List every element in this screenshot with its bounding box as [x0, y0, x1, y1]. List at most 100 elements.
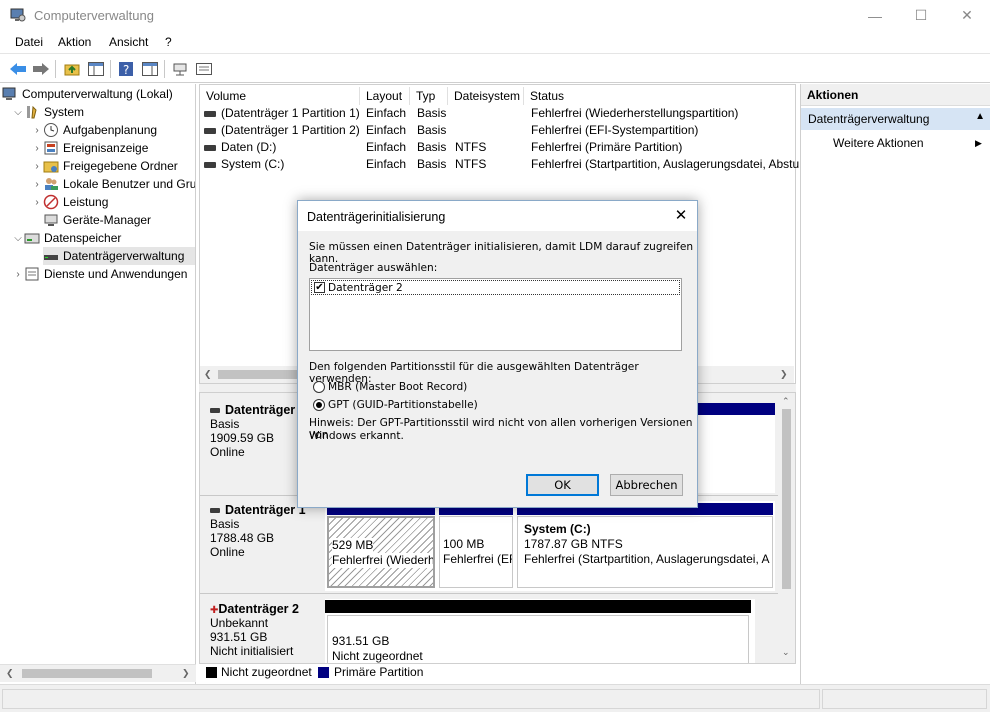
chevron-down-icon[interactable]: ⌵	[12, 233, 24, 244]
storage-icon	[24, 230, 40, 246]
performance-icon	[43, 194, 59, 210]
partition-efi[interactable]: 100 MB Fehlerfrei (EF	[439, 516, 513, 588]
scroll-thumb[interactable]	[782, 409, 791, 589]
clock-icon	[43, 122, 59, 138]
tree-item-root[interactable]: Computerverwaltung (Lokal)	[2, 85, 173, 103]
disk-icon	[210, 408, 220, 414]
close-button[interactable]: ✕	[944, 0, 990, 31]
partition-unallocated[interactable]: 931.51 GB Nicht zugeordnet	[327, 615, 749, 663]
chevron-right-icon[interactable]: ›	[31, 143, 43, 154]
tree-item-disk-management[interactable]: Datenträgerverwaltung	[43, 247, 195, 265]
up-folder-icon[interactable]	[62, 59, 82, 79]
toolbar: ?	[0, 53, 990, 83]
table-row[interactable]: System (C:) Einfach Basis NTFS Fehlerfre…	[200, 156, 799, 173]
actions-pane: Aktionen Datenträgerverwaltung ▲ Weitere…	[800, 84, 990, 684]
back-arrow-icon[interactable]	[8, 59, 28, 79]
tree-label: Geräte-Manager	[63, 213, 152, 227]
chevron-right-icon[interactable]: ›	[31, 161, 43, 172]
actions-header: Aktionen	[801, 84, 990, 106]
system-tools-icon	[24, 104, 40, 120]
disk-1-info[interactable]: Datenträger 1 Basis 1788.48 GB Online	[202, 503, 322, 583]
tree-item-device-manager[interactable]: Geräte-Manager	[43, 211, 151, 229]
scroll-up-icon[interactable]: ⌃	[782, 396, 790, 407]
chevron-right-icon[interactable]: ›	[12, 269, 24, 280]
scroll-left-icon[interactable]: ❮	[6, 668, 14, 679]
column-header-filesystem[interactable]: Dateisystem	[448, 87, 524, 105]
tree-item-services[interactable]: › Dienste und Anwendungen	[12, 265, 187, 283]
show-hide-action-pane-icon[interactable]	[140, 59, 160, 79]
services-icon	[24, 266, 40, 282]
gpt-label[interactable]: GPT (GUID-Partitionstabelle)	[328, 399, 478, 411]
volume-icon	[204, 144, 216, 151]
device-manager-icon	[43, 212, 59, 228]
chevron-down-icon[interactable]: ⌵	[12, 107, 24, 118]
menu-datei[interactable]: Datei	[15, 35, 43, 49]
volume-icon	[204, 127, 216, 134]
partition-recovery[interactable]: 529 MB Fehlerfrei (Wiederh	[327, 516, 435, 588]
partition-system-c[interactable]: System (C:) 1787.87 GB NTFS Fehlerfrei (…	[517, 516, 773, 588]
column-header-status[interactable]: Status	[524, 87, 797, 105]
tree-label: Lokale Benutzer und Gruppen	[63, 177, 196, 191]
mbr-label[interactable]: MBR (Master Boot Record)	[328, 381, 467, 393]
cancel-button[interactable]: Abbrechen	[610, 474, 683, 496]
scroll-right-icon[interactable]: ❯	[780, 369, 788, 380]
scroll-right-icon[interactable]: ❯	[182, 668, 190, 679]
mbr-radio[interactable]	[313, 381, 325, 393]
table-row[interactable]: (Datenträger 1 Partition 1) Einfach Basi…	[200, 105, 795, 122]
tree-label: Freigegebene Ordner	[63, 159, 178, 173]
tree-item-local-users[interactable]: › Lokale Benutzer und Gruppen	[31, 175, 196, 193]
tree-item-storage[interactable]: ⌵ Datenspeicher	[12, 229, 121, 247]
tree-horizontal-scrollbar[interactable]: ❮ ❯	[0, 664, 196, 682]
menu-help[interactable]: ?	[165, 35, 172, 49]
disk-2-checkbox[interactable]: ✔	[314, 282, 325, 293]
scroll-thumb[interactable]	[22, 669, 152, 678]
tree-label: Datenträgerverwaltung	[63, 249, 185, 263]
tree-item-shared-folders[interactable]: › Freigegebene Ordner	[31, 157, 178, 175]
list-item[interactable]: ✔ Datenträger 2	[311, 280, 680, 295]
disk-vertical-scrollbar[interactable]: ⌃ ⌄	[778, 393, 795, 663]
tree-label: Computerverwaltung (Lokal)	[22, 87, 173, 101]
connect-icon[interactable]	[170, 59, 190, 79]
hint-line-2: Windows erkannt.	[309, 430, 404, 442]
maximize-button[interactable]: ☐	[898, 0, 944, 31]
menu-bar: Datei Aktion Ansicht ?	[0, 31, 990, 53]
chevron-right-icon[interactable]: ›	[31, 197, 43, 208]
scroll-thumb[interactable]	[218, 370, 308, 379]
ok-button[interactable]: OK	[526, 474, 599, 496]
minimize-button[interactable]: —	[852, 0, 898, 31]
collapse-up-icon[interactable]: ▲	[975, 111, 985, 122]
forward-arrow-icon[interactable]	[31, 59, 51, 79]
tree-item-task-scheduler[interactable]: › Aufgabenplanung	[31, 121, 157, 139]
disk-size: 1788.48 GB	[210, 531, 275, 545]
scroll-down-icon[interactable]: ⌄	[782, 647, 790, 658]
tree-label: Ereignisanzeige	[63, 141, 149, 155]
disk-type: Basis	[210, 517, 240, 531]
tree-label: Leistung	[63, 195, 109, 209]
more-actions[interactable]: Weitere Aktionen	[833, 136, 924, 150]
menu-aktion[interactable]: Aktion	[58, 35, 91, 49]
table-row[interactable]: Daten (D:) Einfach Basis NTFS Fehlerfrei…	[200, 139, 795, 156]
tree-item-performance[interactable]: › Leistung	[31, 193, 108, 211]
show-hide-tree-icon[interactable]	[86, 59, 106, 79]
disk-state: Online	[210, 545, 245, 559]
chevron-right-icon[interactable]: ›	[31, 125, 43, 136]
tree-item-system[interactable]: ⌵ System	[12, 103, 84, 121]
actions-group-disk-management[interactable]: Datenträgerverwaltung ▲	[801, 108, 990, 130]
legend-primary: Primäre Partition	[334, 665, 424, 679]
table-row[interactable]: (Datenträger 1 Partition 2) Einfach Basi…	[200, 122, 795, 139]
column-header-layout[interactable]: Layout	[360, 87, 410, 105]
disk-2-info[interactable]: ✚Datenträger 2 Unbekannt 931.51 GB Nicht…	[202, 602, 322, 663]
column-header-volume[interactable]: Volume	[200, 87, 360, 105]
dialog-close-icon[interactable]: ✕	[673, 208, 689, 224]
menu-ansicht[interactable]: Ansicht	[109, 35, 148, 49]
column-header-type[interactable]: Typ	[410, 87, 448, 105]
disk-initialization-dialog: Datenträgerinitialisierung ✕ Sie müssen …	[297, 200, 698, 508]
tree-label: Dienste und Anwendungen	[44, 267, 188, 281]
users-icon	[43, 176, 59, 192]
tree-item-event-viewer[interactable]: › Ereignisanzeige	[31, 139, 148, 157]
gpt-radio[interactable]	[313, 399, 325, 411]
help-icon[interactable]: ?	[116, 59, 136, 79]
scroll-left-icon[interactable]: ❮	[204, 369, 212, 380]
chevron-right-icon[interactable]: ›	[31, 179, 43, 190]
properties-icon[interactable]	[194, 59, 214, 79]
